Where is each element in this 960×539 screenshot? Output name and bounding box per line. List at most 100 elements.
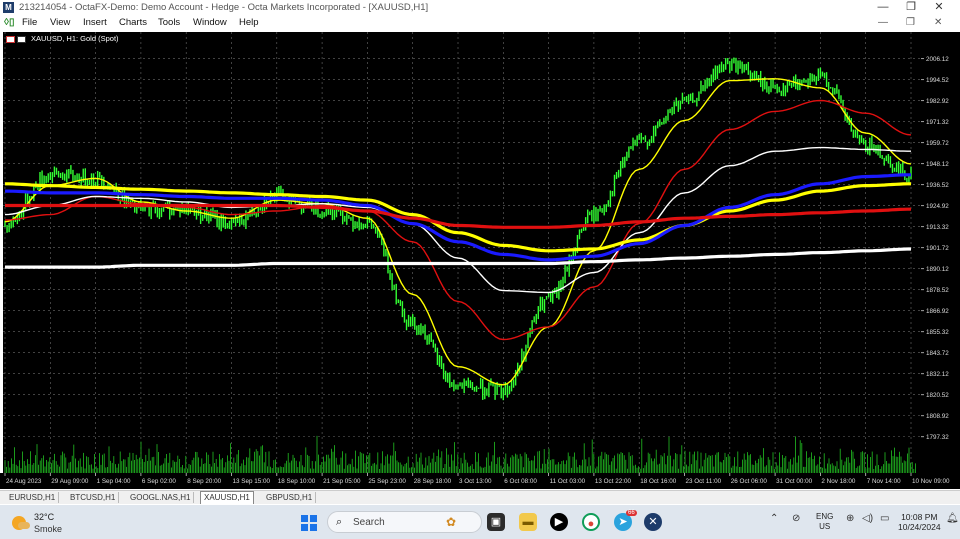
price-label: 1924.92: [926, 203, 949, 210]
file-explorer-icon[interactable]: ▬: [519, 513, 537, 531]
time-label: 10 Nov 09:00: [912, 478, 950, 485]
chart-symbol-label: XAUUSD, H1: Gold (Spot): [6, 34, 119, 43]
weather-haze-icon: [18, 522, 30, 529]
menu-help[interactable]: Help: [239, 17, 259, 28]
time-label: 25 Sep 23:00: [368, 478, 406, 485]
tab-googl[interactable]: GOOGL.NAS,H1: [127, 492, 195, 503]
window-title: 213214054 - OctaFX-Demo: Demo Account - …: [19, 2, 429, 13]
price-label: 1890.12: [926, 266, 949, 273]
windows-start-icon[interactable]: [301, 515, 317, 531]
price-label: 1994.52: [926, 77, 949, 84]
chart-type-icon: [17, 35, 26, 43]
metatrader-icon: M: [3, 2, 14, 13]
menu-view[interactable]: View: [50, 17, 70, 28]
time-label: 7 Nov 14:00: [867, 478, 901, 485]
child-minimize-button[interactable]: —: [878, 17, 888, 28]
taskbar: 32°C Smoke ⌕ Search ✿ ▣ ▬ ▶ ● ➤ 66 ✕ ⌃ ⊘…: [0, 505, 960, 539]
show-hidden-icons-chevron-icon[interactable]: ⌃: [770, 513, 778, 524]
clock-time: 10:08 PM: [901, 512, 938, 522]
time-label: 13 Sep 15:00: [233, 478, 271, 485]
lang-code: ENG: [816, 512, 834, 521]
symbol-text: XAUUSD, H1: Gold (Spot): [31, 34, 119, 43]
menu-insert[interactable]: Insert: [83, 17, 107, 28]
menu-window[interactable]: Window: [193, 17, 227, 28]
price-label: 1948.12: [926, 161, 949, 168]
time-label: 11 Oct 03:00: [550, 478, 586, 485]
price-label: 1808.92: [926, 413, 949, 420]
tab-btcusd[interactable]: BTCUSD,H1: [67, 492, 120, 503]
weather-desc: Smoke: [34, 524, 63, 534]
time-label: 3 Oct 13:00: [459, 478, 492, 485]
restore-button[interactable]: ❐: [896, 0, 926, 16]
price-label: 1832.12: [926, 371, 949, 378]
tab-xauusd[interactable]: XAUUSD,H1: [200, 491, 254, 504]
time-label: 31 Oct 00:00: [776, 478, 813, 485]
time-label: 18 Oct 16:00: [640, 478, 677, 485]
speaker-icon[interactable]: ◁): [862, 513, 873, 524]
child-close-button[interactable]: ✕: [934, 17, 942, 28]
notification-bell-icon[interactable]: 🔔︎: [946, 513, 959, 524]
weather-temp: 32°C: [34, 512, 55, 522]
price-chart[interactable]: [3, 32, 921, 473]
minimize-button[interactable]: —: [868, 0, 898, 16]
time-label: 18 Sep 10:00: [278, 478, 316, 485]
time-label: 24 Aug 2023: [6, 478, 42, 485]
price-label: 1820.52: [926, 392, 949, 399]
chrome-icon[interactable]: ●: [582, 513, 600, 531]
network-status-icon[interactable]: ⊘: [792, 513, 800, 524]
battery-icon[interactable]: ▭: [880, 513, 889, 524]
menu-file[interactable]: File: [22, 17, 37, 28]
language-indicator[interactable]: ENG US: [816, 512, 833, 532]
chart-window[interactable]: XAUUSD, H1: Gold (Spot): [3, 32, 921, 473]
time-label: 6 Sep 02:00: [142, 478, 176, 485]
task-view-icon[interactable]: ▣: [487, 513, 505, 531]
time-label: 29 Aug 09:00: [51, 478, 89, 485]
search-placeholder: Search: [353, 517, 385, 528]
time-label: 8 Sep 20:00: [187, 478, 221, 485]
price-label: 1866.92: [926, 308, 949, 315]
child-restore-button[interactable]: ❐: [906, 17, 915, 28]
ma-line-ma-slow: [4, 146, 911, 294]
clock-date: 10/24/2024: [898, 522, 941, 532]
menu-tools[interactable]: Tools: [158, 17, 180, 28]
price-label: 1901.72: [926, 245, 949, 252]
time-scale[interactable]: 24 Aug 2023 29 Aug 09:00 1 Sep 04:00 6 Sep …: [0, 473, 960, 489]
price-scale-svg: 2006.12 1994.52 1982.92 1971.32 1959.72 1948.…: [921, 56, 949, 441]
price-label: 1982.92: [926, 98, 949, 105]
time-label: 26 Oct 06:00: [731, 478, 768, 485]
system-clock[interactable]: 10:08 PM 10/24/2024: [898, 512, 941, 532]
lang-region: US: [819, 522, 831, 531]
time-label: 21 Sep 05:00: [323, 478, 361, 485]
media-player-icon[interactable]: ▶: [550, 513, 568, 531]
price-scale[interactable]: 2006.12 1994.52 1982.92 1971.32 1959.72 1948.…: [921, 32, 960, 473]
price-label: 2006.12: [926, 56, 949, 63]
price-label: 1797.32: [926, 434, 949, 441]
time-label: 6 Oct 08:00: [504, 478, 537, 485]
tab-eurusd[interactable]: EURUSD,H1: [6, 492, 60, 503]
telegram-badge: 66: [626, 510, 637, 516]
time-label: 28 Sep 18:00: [414, 478, 452, 485]
chart-window-icon[interactable]: ◊▯: [4, 17, 14, 28]
title-bar: M 213214054 - OctaFX-Demo: Demo Account …: [0, 0, 960, 16]
search-icon: ⌕: [336, 516, 343, 528]
price-label: 1878.52: [926, 287, 949, 294]
chart-tabs: EURUSD,H1 BTCUSD,H1 GOOGL.NAS,H1 XAUUSD,…: [0, 490, 960, 504]
price-label: 1913.32: [926, 224, 949, 231]
tab-gbpusd[interactable]: GBPUSD,H1: [263, 492, 317, 503]
price-label: 1959.72: [926, 140, 949, 147]
price-label: 1843.72: [926, 350, 949, 357]
taskbar-search[interactable]: ⌕ Search ✿: [327, 511, 482, 533]
time-label: 23 Oct 11:00: [686, 478, 722, 485]
globe-icon[interactable]: ⊕: [846, 513, 854, 524]
menu-bar: ◊▯ File View Insert Charts Tools Window …: [0, 16, 960, 31]
menu-charts[interactable]: Charts: [119, 17, 147, 28]
time-label: 2 Nov 18:00: [821, 478, 855, 485]
flag-icon: [6, 35, 15, 43]
price-label: 1971.32: [926, 119, 949, 126]
close-button[interactable]: ✕: [924, 0, 954, 16]
price-label: 1855.32: [926, 329, 949, 336]
price-label: 1936.52: [926, 182, 949, 189]
metatrader-taskbar-icon[interactable]: ✕: [644, 513, 662, 531]
time-label: 1 Sep 04:00: [97, 478, 131, 485]
time-label: 13 Oct 22:00: [595, 478, 632, 485]
